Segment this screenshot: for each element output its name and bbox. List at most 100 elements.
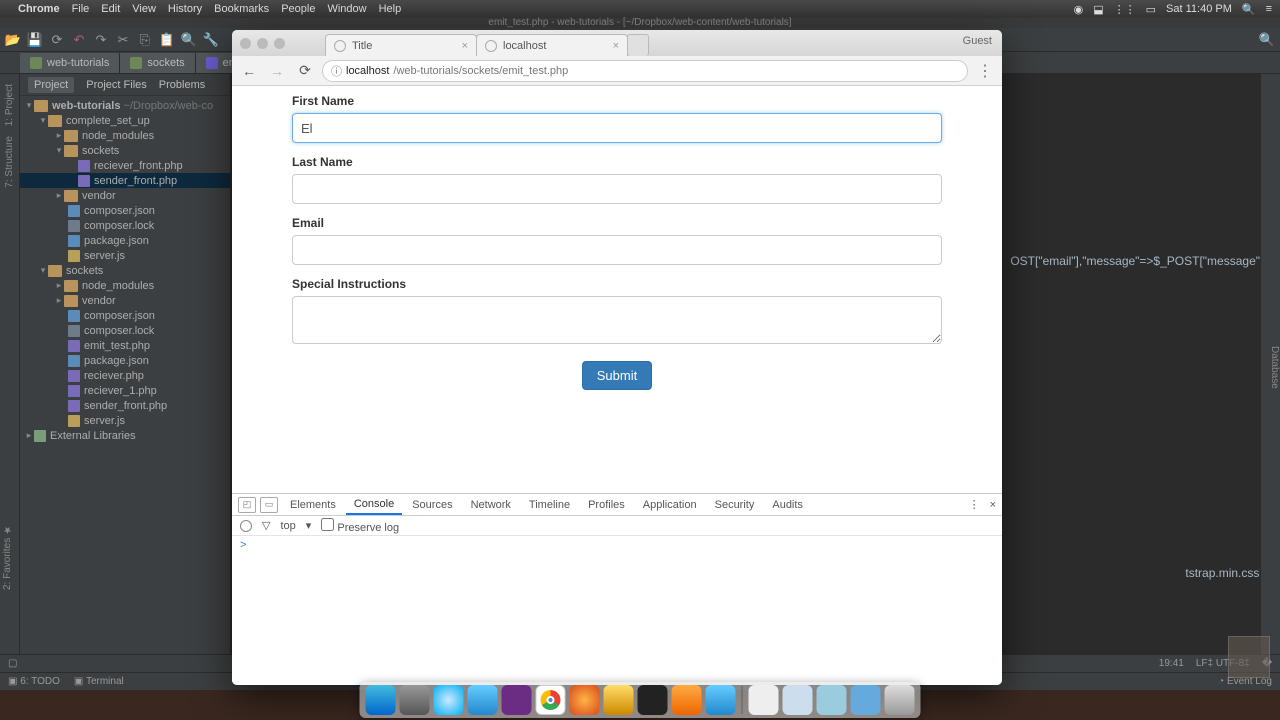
site-info-icon[interactable]: ⓘ	[331, 63, 342, 79]
menu-edit[interactable]: Edit	[101, 3, 120, 15]
sync-icon[interactable]: ⟳	[50, 33, 64, 47]
dt-tab-audits[interactable]: Audits	[764, 496, 811, 514]
devtools-menu-icon[interactable]: ⋮	[969, 498, 980, 511]
submit-button[interactable]: Submit	[582, 361, 652, 390]
notifications-icon[interactable]: ≡	[1266, 3, 1272, 15]
app-name[interactable]: Chrome	[18, 3, 60, 15]
dock-trash-icon[interactable]	[885, 685, 915, 715]
project-view-tab[interactable]: Project	[28, 77, 74, 93]
save-icon[interactable]: 💾	[28, 33, 42, 47]
profile-badge[interactable]: Guest	[963, 35, 992, 47]
chrome-menu-button[interactable]: ⋮	[974, 61, 996, 81]
favorites-gutter[interactable]: 2: Favorites ★	[0, 520, 15, 594]
redo-icon[interactable]: ↷	[94, 33, 108, 47]
menu-help[interactable]: Help	[379, 3, 402, 15]
dropbox-icon[interactable]: ⬓	[1093, 3, 1103, 16]
dock-safari-icon[interactable]	[706, 685, 736, 715]
instructions-textarea[interactable]	[292, 296, 942, 344]
address-bar[interactable]: ⓘ localhost/web-tutorials/sockets/emit_t…	[322, 60, 968, 82]
email-input[interactable]	[292, 235, 942, 265]
tab-folder[interactable]: sockets	[120, 53, 195, 73]
project-files-tab[interactable]: Project Files	[86, 79, 147, 91]
spotlight-icon[interactable]: 🔍	[1242, 3, 1256, 16]
dt-tab-profiles[interactable]: Profiles	[580, 496, 633, 514]
search-icon[interactable]: 🔍	[182, 33, 196, 47]
dock-phpstorm-icon[interactable]	[502, 685, 532, 715]
first-name-input[interactable]	[292, 113, 942, 143]
todo-tool[interactable]: ▣ 6: TODO	[8, 676, 60, 687]
menu-bookmarks[interactable]: Bookmarks	[214, 3, 269, 15]
menu-history[interactable]: History	[168, 3, 202, 15]
last-name-input[interactable]	[292, 174, 942, 204]
dt-tab-security[interactable]: Security	[707, 496, 763, 514]
dock-skype-icon[interactable]	[434, 685, 464, 715]
settings-icon[interactable]: 🔧	[204, 33, 218, 47]
menu-view[interactable]: View	[132, 3, 156, 15]
dock-doc3-icon[interactable]	[817, 685, 847, 715]
undo-icon[interactable]: ↶	[72, 33, 86, 47]
filter-icon[interactable]: ▽	[262, 519, 270, 532]
ide-right-gutter[interactable]: Database	[1260, 74, 1280, 654]
tab-close-icon[interactable]: ×	[462, 40, 468, 52]
close-icon[interactable]	[240, 38, 251, 49]
dock-vlc-icon[interactable]	[672, 685, 702, 715]
copy-icon[interactable]: ⎘	[138, 33, 152, 47]
forward-button[interactable]: →	[266, 60, 288, 82]
inspect-icon[interactable]: ◰	[238, 497, 256, 513]
dt-tab-timeline[interactable]: Timeline	[521, 496, 578, 514]
devtools-panel: ◰ ▭ Elements Console Sources Network Tim…	[232, 493, 1002, 685]
context-selector[interactable]: top	[280, 520, 295, 532]
dock-app2-icon[interactable]	[604, 685, 634, 715]
clear-console-icon[interactable]	[240, 520, 252, 532]
reload-button[interactable]: ⟳	[294, 60, 316, 82]
desktop-thumbnail[interactable]	[1228, 636, 1270, 678]
new-tab-button[interactable]	[627, 34, 649, 56]
preserve-log-checkbox[interactable]: Preserve log	[321, 518, 399, 534]
tab-project[interactable]: web-tutorials	[20, 53, 120, 73]
last-name-label: Last Name	[292, 155, 942, 169]
minimize-icon[interactable]	[257, 38, 268, 49]
open-icon[interactable]: 📂	[6, 33, 20, 47]
paste-icon[interactable]: 📋	[160, 33, 174, 47]
dock-chrome-icon[interactable]	[536, 685, 566, 715]
console-output[interactable]: >	[232, 536, 1002, 685]
dock-app-icon[interactable]	[468, 685, 498, 715]
dt-tab-elements[interactable]: Elements	[282, 496, 344, 514]
search-everywhere-icon[interactable]: 🔍	[1260, 33, 1274, 47]
cut-icon[interactable]: ✂	[116, 33, 130, 47]
dock-firefox-icon[interactable]	[570, 685, 600, 715]
chrome-window: Title× localhost× Guest ← → ⟳ ⓘ localhos…	[232, 30, 1002, 685]
wifi-icon[interactable]: ⋮⋮	[1114, 3, 1136, 16]
dock	[360, 682, 921, 718]
problems-tab[interactable]: Problems	[159, 79, 205, 91]
dock-finder-icon[interactable]	[366, 685, 396, 715]
project-tree[interactable]: ▾web-tutorials ~/Dropbox/web-co ▾complet…	[20, 96, 230, 445]
dock-launchpad-icon[interactable]	[400, 685, 430, 715]
context-chevron-icon[interactable]: ▾	[306, 519, 312, 532]
menu-window[interactable]: Window	[327, 3, 366, 15]
terminal-tool[interactable]: ▣ Terminal	[74, 676, 124, 687]
dt-tab-application[interactable]: Application	[635, 496, 705, 514]
dock-doc4-icon[interactable]	[851, 685, 881, 715]
browser-tab-2[interactable]: localhost×	[476, 34, 628, 56]
menu-file[interactable]: File	[72, 3, 90, 15]
device-icon[interactable]: ▭	[260, 497, 278, 513]
window-controls[interactable]	[240, 38, 285, 49]
devtools-close-icon[interactable]: ×	[990, 499, 996, 511]
dt-tab-network[interactable]: Network	[463, 496, 519, 514]
chrome-titlebar[interactable]: Title× localhost× Guest	[232, 30, 1002, 56]
menubar-clock[interactable]: Sat 11:40 PM	[1166, 3, 1232, 15]
zoom-icon[interactable]	[274, 38, 285, 49]
dock-doc2-icon[interactable]	[783, 685, 813, 715]
dt-tab-console[interactable]: Console	[346, 495, 402, 515]
screencast-icon[interactable]: ◉	[1074, 3, 1084, 16]
tab-close-icon[interactable]: ×	[613, 40, 619, 52]
status-square-icon: ▢	[8, 658, 17, 669]
browser-tab-1[interactable]: Title×	[325, 34, 477, 56]
dt-tab-sources[interactable]: Sources	[404, 496, 460, 514]
menu-people[interactable]: People	[281, 3, 315, 15]
back-button[interactable]: ←	[238, 60, 260, 82]
battery-icon[interactable]: ▭	[1146, 3, 1156, 16]
dock-terminal-icon[interactable]	[638, 685, 668, 715]
dock-doc-icon[interactable]	[749, 685, 779, 715]
